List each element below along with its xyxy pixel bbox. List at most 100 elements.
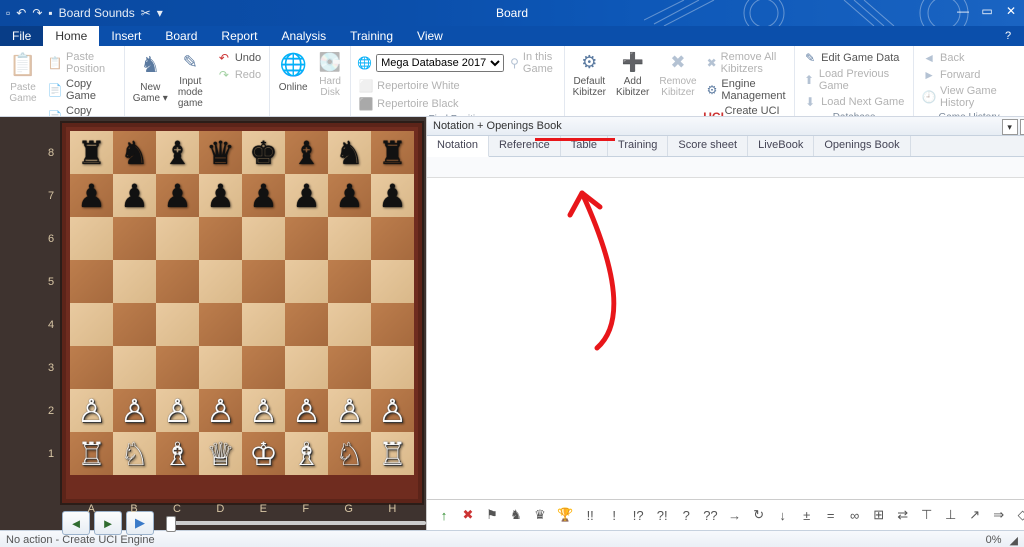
square[interactable] xyxy=(285,260,328,303)
engine-management-button[interactable]: ⚙Engine Management xyxy=(705,77,791,103)
tab-home[interactable]: Home xyxy=(43,26,99,46)
anno-symbol[interactable]: ? xyxy=(679,508,693,523)
tab-analysis[interactable]: Analysis xyxy=(269,26,338,46)
square[interactable] xyxy=(285,303,328,346)
anno-symbol[interactable]: ⊥ xyxy=(944,507,958,523)
undo-button[interactable]: ↶Undo xyxy=(215,50,263,66)
chess-grid[interactable]: ♜♞♝♛♚♝♞♜♟♟♟♟♟♟♟♟♙♙♙♙♙♙♙♙♖♘♗♕♔♗♘♖ xyxy=(70,131,414,475)
history-back-button[interactable]: ◄Back xyxy=(920,50,1018,66)
square[interactable] xyxy=(285,346,328,389)
tab-board[interactable]: Board xyxy=(153,26,209,46)
square[interactable] xyxy=(371,217,414,260)
qat-redo-icon[interactable]: ↷ xyxy=(32,6,42,20)
board-sounds-label[interactable]: Board Sounds xyxy=(59,6,135,20)
anno-symbol[interactable]: → xyxy=(728,508,742,523)
qat-checkbox-icon[interactable]: ▪ xyxy=(48,6,52,20)
square[interactable]: ♙ xyxy=(156,389,199,432)
repertoire-black-button[interactable]: ⬛Repertoire Black xyxy=(357,96,562,112)
paste-game-button[interactable]: 📋Paste Game xyxy=(6,50,40,104)
database-select[interactable]: Mega Database 2017 xyxy=(376,54,504,72)
square[interactable] xyxy=(328,346,371,389)
square[interactable] xyxy=(371,303,414,346)
remove-kibitzer-button[interactable]: ✖Remove Kibitzer xyxy=(657,50,698,98)
square[interactable]: ♟ xyxy=(285,174,328,217)
square[interactable]: ♚ xyxy=(242,131,285,174)
create-uci-engine-button[interactable]: UCICreate UCI Engine xyxy=(705,104,791,117)
edit-game-data-button[interactable]: ✎Edit Game Data xyxy=(801,50,907,66)
square[interactable] xyxy=(156,303,199,346)
tab-training[interactable]: Training xyxy=(338,26,405,46)
square[interactable] xyxy=(156,260,199,303)
square[interactable] xyxy=(70,260,113,303)
square[interactable] xyxy=(328,217,371,260)
square[interactable]: ♟ xyxy=(70,174,113,217)
anno-symbol[interactable]: ⊞ xyxy=(872,507,886,523)
add-kibitzer-button[interactable]: ➕Add Kibitzer xyxy=(614,50,651,98)
in-this-game-button[interactable]: ⚲In this Game xyxy=(508,50,562,76)
anno-symbol[interactable]: ! xyxy=(607,508,621,523)
anno-symbol[interactable]: ↓ xyxy=(776,508,790,523)
square[interactable]: ♜ xyxy=(70,131,113,174)
square[interactable] xyxy=(328,260,371,303)
square[interactable]: ♟ xyxy=(199,174,242,217)
chessboard[interactable]: 87654321 ABCDEFGH ♜♞♝♛♚♝♞♜♟♟♟♟♟♟♟♟♙♙♙♙♙♙… xyxy=(62,123,422,503)
history-forward-button[interactable]: ►Forward xyxy=(920,67,1018,83)
anno-symbol[interactable]: ⊤ xyxy=(920,507,934,523)
new-game-button[interactable]: ♞New Game ▾ xyxy=(131,50,170,104)
square[interactable] xyxy=(199,303,242,346)
anno-symbol[interactable]: = xyxy=(824,508,838,523)
anno-symbol[interactable]: ✖ xyxy=(461,507,475,523)
square[interactable] xyxy=(242,217,285,260)
square[interactable] xyxy=(199,260,242,303)
square[interactable] xyxy=(113,346,156,389)
tab-table[interactable]: Table xyxy=(561,136,608,156)
panel-menu-button[interactable]: ▾ xyxy=(1002,119,1018,135)
square[interactable]: ♛ xyxy=(199,131,242,174)
square[interactable]: ♙ xyxy=(242,389,285,432)
square[interactable]: ♙ xyxy=(70,389,113,432)
help-icon[interactable]: ? xyxy=(1000,28,1016,44)
square[interactable]: ♘ xyxy=(328,432,371,475)
square[interactable]: ♙ xyxy=(113,389,156,432)
square[interactable] xyxy=(199,217,242,260)
square[interactable] xyxy=(113,303,156,346)
square[interactable]: ♗ xyxy=(285,432,328,475)
tab-livebook[interactable]: LiveBook xyxy=(748,136,814,156)
close-button[interactable]: ✕ xyxy=(1002,2,1020,20)
anno-symbol[interactable]: ↑ xyxy=(437,508,451,523)
square[interactable]: ♘ xyxy=(113,432,156,475)
view-game-history-button[interactable]: 🕘View Game History xyxy=(920,84,1018,110)
qat-tool-icon[interactable]: ✂ xyxy=(141,6,151,20)
tab-openings-book[interactable]: Openings Book xyxy=(814,136,910,156)
anno-symbol[interactable]: ⇒ xyxy=(992,507,1006,523)
square[interactable]: ♞ xyxy=(328,131,371,174)
square[interactable] xyxy=(156,217,199,260)
square[interactable]: ♟ xyxy=(328,174,371,217)
anno-symbol[interactable]: ↗ xyxy=(968,507,982,523)
square[interactable]: ♟ xyxy=(242,174,285,217)
anno-symbol[interactable]: ∞ xyxy=(848,508,862,523)
square[interactable] xyxy=(328,303,371,346)
tab-report[interactable]: Report xyxy=(209,26,269,46)
square[interactable]: ♙ xyxy=(328,389,371,432)
square[interactable] xyxy=(242,303,285,346)
anno-symbol[interactable]: ♞ xyxy=(509,507,523,523)
anno-symbol[interactable]: 🏆 xyxy=(557,507,573,523)
square[interactable]: ♙ xyxy=(199,389,242,432)
tab-reference[interactable]: Reference xyxy=(489,136,561,156)
square[interactable] xyxy=(113,217,156,260)
square[interactable] xyxy=(242,346,285,389)
anno-symbol[interactable]: ?! xyxy=(655,508,669,523)
square[interactable] xyxy=(70,217,113,260)
maximize-button[interactable]: ▭ xyxy=(978,2,996,20)
qat-undo-icon[interactable]: ↶ xyxy=(16,6,26,20)
load-previous-game-button[interactable]: ⬆Load Previous Game xyxy=(801,67,907,93)
copy-position-button[interactable]: 📄Copy Position xyxy=(46,104,118,117)
square[interactable]: ♝ xyxy=(156,131,199,174)
move-slider[interactable] xyxy=(166,521,426,525)
anno-symbol[interactable]: ♛ xyxy=(533,507,547,523)
tab-insert[interactable]: Insert xyxy=(99,26,153,46)
qat-new-icon[interactable]: ▫ xyxy=(6,6,10,20)
panel-close-button[interactable]: ✕ xyxy=(1020,119,1024,135)
square[interactable] xyxy=(285,217,328,260)
